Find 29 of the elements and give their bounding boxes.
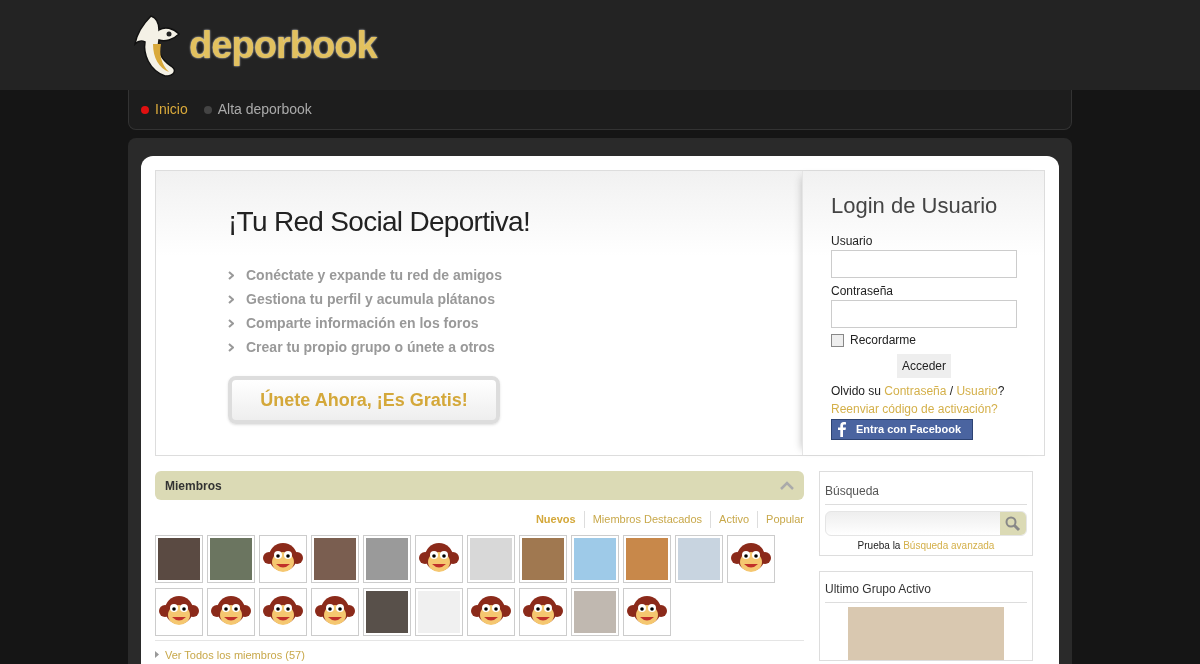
search-title: Búsqueda — [825, 477, 1027, 505]
join-button[interactable]: Únete Ahora, ¡Es Gratis! — [228, 376, 500, 424]
forgot-password-link[interactable]: Contraseña — [884, 384, 947, 398]
forgot-username-link[interactable]: Usuario — [956, 384, 998, 398]
advanced-search-link[interactable]: Búsqueda avanzada — [903, 540, 995, 551]
feature-text: Crear tu propio grupo o únete a otros — [246, 338, 495, 357]
feature-text: Comparte información en los foros — [246, 314, 479, 333]
forgot-text: Olvido su Contraseña / Usuario? — [831, 383, 1006, 400]
advanced-search-hint: Prueba la Búsqueda avanzada — [856, 539, 996, 553]
member-filter-tab[interactable]: Nuevos — [527, 511, 584, 528]
nav-item[interactable]: Alta deporbook — [203, 99, 312, 120]
feature-text: Gestiona tu perfil y acumula plátanos — [246, 290, 495, 309]
remember-label: Recordarme — [850, 332, 917, 349]
member-filter-tab[interactable]: Popular — [757, 511, 804, 528]
member-filter-tab[interactable]: Miembros Destacados — [583, 511, 711, 528]
nav-item[interactable]: Inicio — [141, 99, 188, 120]
facebook-login-button[interactable]: Entra con Facebook — [831, 419, 973, 440]
logo-text[interactable]: deporbook — [189, 16, 377, 74]
feature-text: Conéctate y expande tu red de amigos — [246, 266, 502, 285]
hero-title: ¡Tu Red Social Deportiva! — [228, 205, 532, 239]
member-filter-tab[interactable]: Activo — [710, 511, 758, 528]
login-title: Login de Usuario — [831, 192, 999, 220]
resend-activation-link[interactable]: Reenviar código de activación? — [831, 400, 1044, 418]
group-title: Ultimo Grupo Activo — [825, 577, 1027, 603]
username-label: Usuario — [831, 233, 874, 250]
login-button[interactable]: Acceder — [897, 354, 951, 378]
members-title: Miembros — [165, 477, 222, 495]
password-label: Contraseña — [831, 283, 895, 300]
see-all-members-link[interactable]: Ver Todos los miembros (57) — [165, 646, 305, 663]
